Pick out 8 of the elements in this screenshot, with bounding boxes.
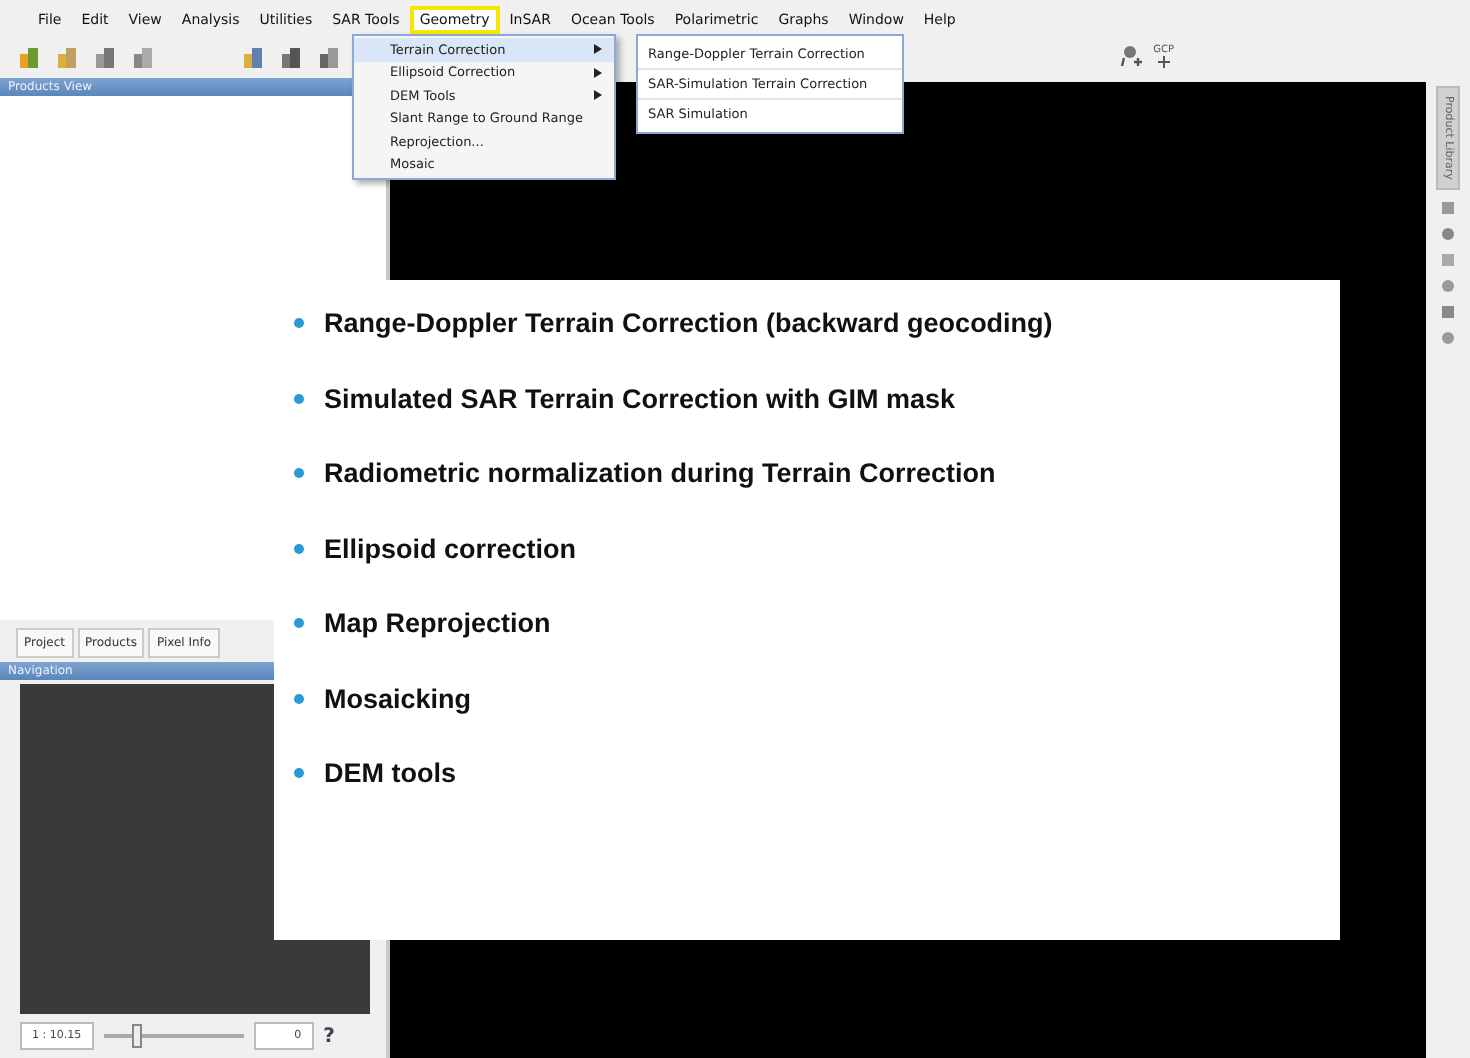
bullet-text: Mosaicking xyxy=(324,683,472,713)
bullet-text: Map Reprojection xyxy=(324,608,551,638)
bullet-text: Ellipsoid correction xyxy=(324,533,577,563)
bullet-text: Simulated SAR Terrain Correction with GIM mask xyxy=(324,383,956,413)
bullet-text: Range-Doppler Terrain Correction (backward geocoding) xyxy=(324,308,1053,338)
help-button[interactable]: ? xyxy=(323,1025,335,1047)
bullet-text: DEM tools xyxy=(324,758,456,788)
bullet-text: Radiometric normalization during Terrain Correction xyxy=(324,458,996,488)
